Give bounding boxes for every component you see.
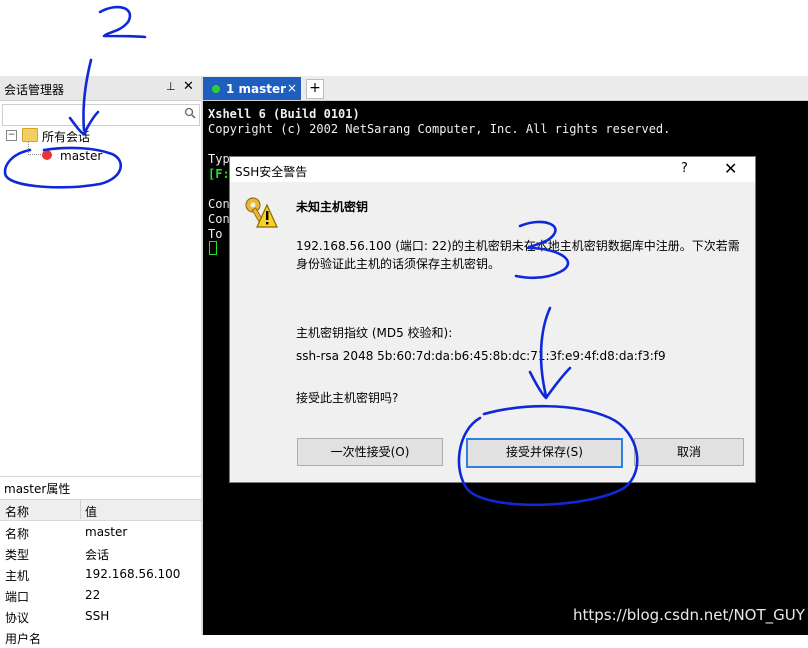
property-key: 用户名	[5, 632, 42, 646]
tree-item-all-sessions[interactable]: 所有会话	[42, 128, 90, 145]
tree-connector	[28, 142, 41, 155]
terminal-line: To	[208, 227, 230, 241]
properties-panel: master属性 名称 值 名称 master 类型 会话 主机 192.168…	[0, 476, 202, 646]
property-key: 名称	[5, 527, 30, 541]
cancel-button[interactable]: 取消	[634, 438, 744, 466]
tab-close-icon[interactable]: ×	[287, 81, 297, 95]
terminal-line: Typ	[208, 152, 230, 166]
watermark: https://blog.csdn.net/NOT_GUY	[573, 606, 805, 624]
help-icon[interactable]: ?	[681, 161, 688, 176]
terminal-line: Xshell 6 (Build 0101)	[208, 107, 360, 121]
annotation-numeral-2	[98, 5, 147, 39]
tree-collapse-toggle[interactable]: −	[6, 130, 17, 141]
tab-label: 1 master	[226, 82, 287, 96]
add-tab-button[interactable]: +	[306, 79, 324, 99]
table-row[interactable]: 协议 SSH	[0, 606, 202, 627]
connected-status-icon	[212, 85, 220, 93]
session-manager-title: 会话管理器	[4, 83, 65, 97]
property-value: SSH	[85, 609, 110, 623]
properties-title: master属性	[4, 482, 71, 496]
pin-icon[interactable]: ⊥	[166, 80, 176, 93]
dialog-message: 192.168.56.100 (端口: 22)的主机密钥未在本地主机密钥数据库中…	[296, 239, 740, 271]
accept-and-save-button[interactable]: 接受并保存(S)	[466, 438, 623, 468]
dialog-close-button[interactable]: ✕	[724, 159, 737, 178]
property-key: 端口	[5, 590, 30, 604]
tab-master[interactable]: 1 master ×	[203, 77, 301, 100]
property-key: 协议	[5, 611, 30, 625]
folder-icon	[22, 128, 38, 142]
terminal-line: [F:	[208, 167, 230, 181]
ssh-security-dialog: SSH安全警告 ? ✕ 未知主机密钥 192.168.56.100 (端口: 2…	[229, 156, 756, 483]
dialog-title: SSH安全警告	[235, 165, 308, 179]
column-separator[interactable]	[80, 499, 81, 519]
property-value: master	[85, 525, 128, 539]
key-warning-icon	[245, 197, 278, 228]
property-value: 会话	[85, 548, 110, 562]
accept-once-button[interactable]: 一次性接受(O)	[297, 438, 443, 466]
fingerprint-label: 主机密钥指纹 (MD5 校验和):	[296, 326, 453, 340]
terminal-cursor	[209, 241, 217, 255]
session-manager-panel: 会话管理器 ⊥ ✕ − 所有会话 master	[0, 76, 202, 476]
search-icon[interactable]	[184, 107, 196, 119]
terminal-line: Con	[208, 212, 230, 226]
close-icon[interactable]: ✕	[183, 79, 194, 94]
column-header-name[interactable]: 名称	[5, 503, 29, 520]
terminal-line: Con	[208, 197, 230, 211]
terminal-line: Copyright (c) 2002 NetSarang Computer, I…	[208, 122, 671, 136]
table-row[interactable]: 主机 192.168.56.100	[0, 564, 202, 585]
fingerprint-value: ssh-rsa 2048 5b:60:7d:da:b6:45:8b:dc:71:…	[296, 349, 666, 363]
table-row[interactable]: 类型 会话	[0, 543, 202, 564]
session-icon	[42, 150, 52, 160]
dialog-titlebar[interactable]: SSH安全警告 ? ✕	[230, 157, 755, 182]
session-search-input[interactable]	[2, 104, 200, 126]
property-key: 主机	[5, 569, 30, 583]
accept-question: 接受此主机密钥吗?	[296, 391, 399, 405]
property-value: 22	[85, 588, 101, 602]
property-value: 192.168.56.100	[85, 567, 181, 581]
table-row[interactable]: 用户名	[0, 627, 202, 648]
tree-item-master[interactable]: master	[60, 149, 102, 163]
properties-header-row: 名称 值	[0, 499, 202, 521]
table-row[interactable]: 名称 master	[0, 522, 202, 543]
dialog-heading: 未知主机密钥	[296, 200, 369, 214]
session-manager-header: 会话管理器 ⊥ ✕	[0, 76, 202, 101]
property-key: 类型	[5, 548, 30, 562]
column-header-value[interactable]: 值	[85, 503, 97, 520]
table-row[interactable]: 端口 22	[0, 585, 202, 606]
